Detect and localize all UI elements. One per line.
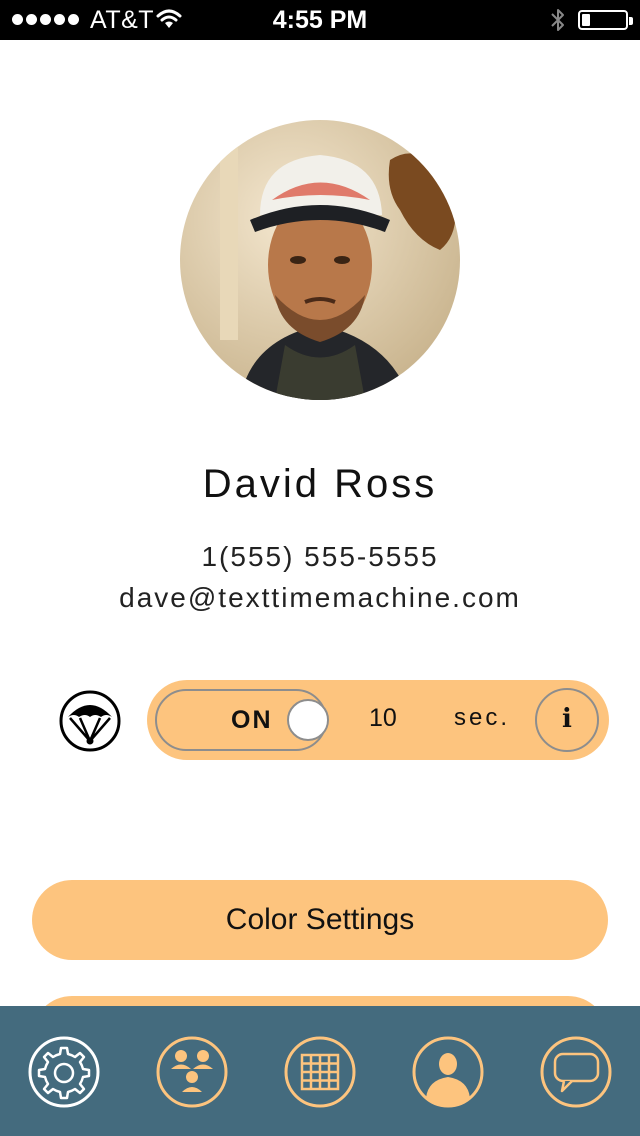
info-icon: i (562, 704, 572, 734)
color-settings-label: Color Settings (225, 903, 415, 936)
on-off-toggle[interactable]: ON (155, 689, 329, 751)
timer-control: ON 10 sec. i (147, 680, 609, 760)
toggle-label: ON (231, 706, 273, 734)
gear-icon[interactable] (28, 1036, 100, 1108)
color-settings-button[interactable]: Color Settings (32, 880, 608, 960)
status-time: 4:55 PM (272, 6, 368, 34)
battery-level (582, 14, 590, 26)
delay-seconds-value[interactable]: 10 (369, 704, 397, 733)
group-icon[interactable] (156, 1036, 228, 1108)
delay-unit-label: sec. (454, 704, 511, 731)
chat-bubble-icon[interactable] (540, 1036, 612, 1108)
person-icon[interactable] (412, 1036, 484, 1108)
contact-name: David Ross (202, 462, 438, 506)
grid-icon[interactable] (284, 1036, 356, 1108)
contact-email: dave@texttimemachine.com (119, 582, 521, 613)
avatar-photo (180, 120, 460, 400)
battery-icon (578, 10, 633, 30)
bluetooth-icon (551, 9, 564, 31)
info-button[interactable]: i (535, 688, 599, 752)
profile-avatar[interactable] (180, 120, 460, 400)
tab-bar (0, 1006, 640, 1136)
status-bar: AT&T 4:55 PM (0, 0, 640, 40)
contact-phone: 1(555) 555-5555 (201, 541, 439, 572)
parachute-icon (59, 690, 121, 752)
toggle-knob[interactable] (287, 699, 329, 741)
